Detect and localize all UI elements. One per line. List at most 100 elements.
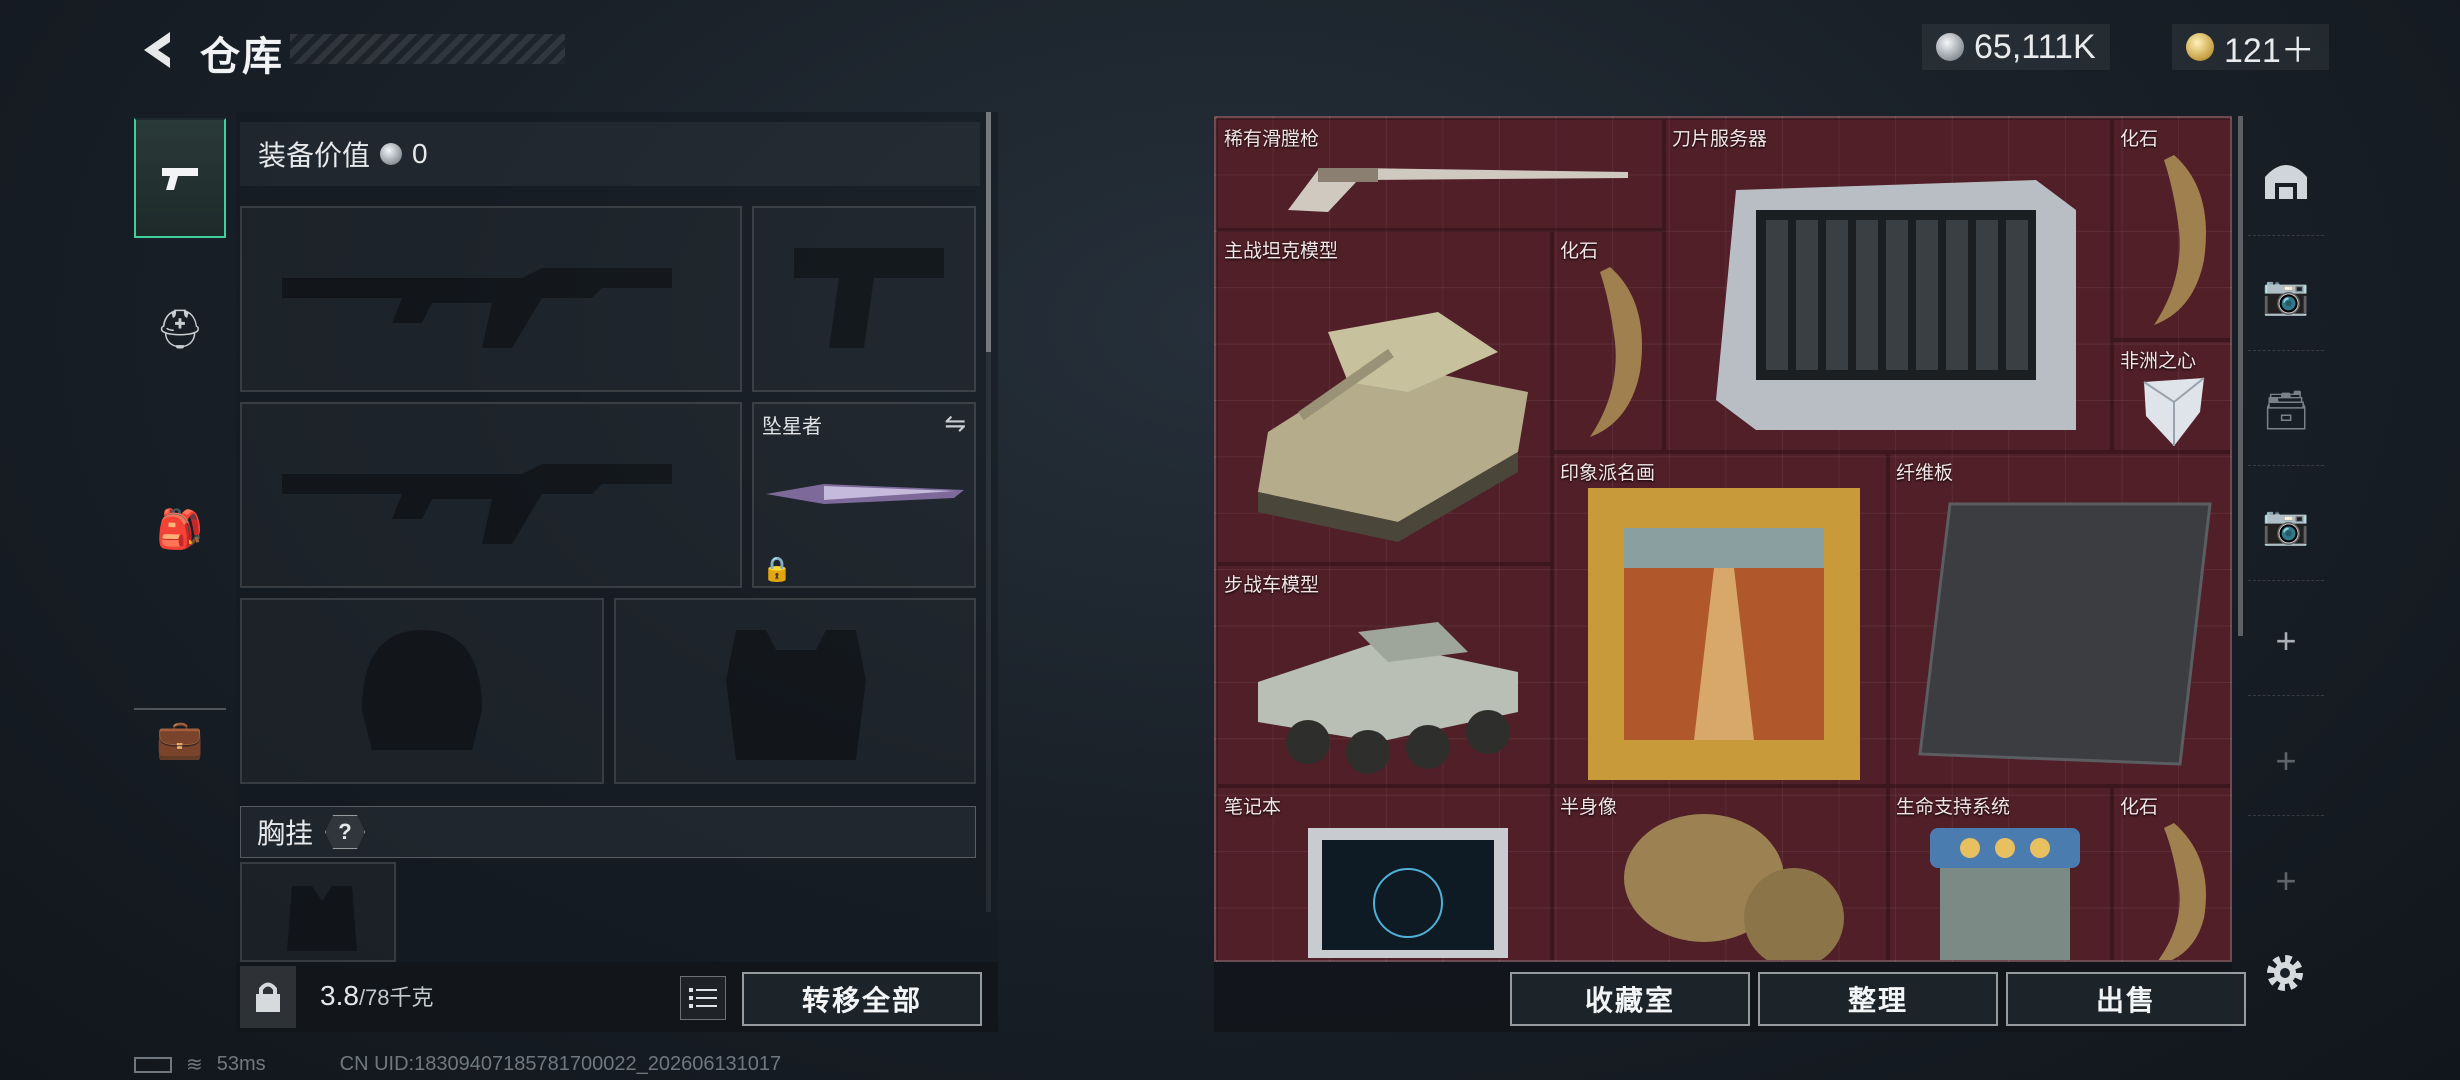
rail-weapons-tab[interactable] <box>134 118 226 238</box>
weight-lock-button[interactable] <box>240 966 296 1028</box>
safe-box-icon: 📷 <box>2262 274 2310 317</box>
list-view-button[interactable] <box>680 976 726 1020</box>
battery-icon <box>134 1056 172 1073</box>
fiberboard-icon <box>1918 502 2212 766</box>
item-label: 步战车模型 <box>1224 575 1320 596</box>
knife-icon <box>766 484 964 504</box>
category-rail: ⛑ 🎒 💼 <box>134 110 226 761</box>
storage-item[interactable]: 刀片服务器 <box>1664 118 2112 452</box>
status-bar: ≋ 53ms CN UID:18309407185781700022_20260… <box>134 1052 781 1077</box>
vest-silhouette-icon <box>726 630 866 760</box>
carry-weight: 3.8/78千克 <box>320 980 434 1012</box>
diamond-icon <box>2143 377 2205 446</box>
sell-button[interactable]: 出售 <box>2006 972 2246 1026</box>
fossil-claw-icon <box>2158 823 2206 960</box>
silver-currency[interactable]: 65,111K <box>1922 24 2110 70</box>
melee-item-label: 坠星者 <box>762 416 822 438</box>
storage-item[interactable]: 化石 <box>1552 230 1664 452</box>
storage-item[interactable]: 印象派名画 <box>1552 452 1888 786</box>
carry-weight-current: 3.8 <box>320 980 359 1011</box>
add-storage-button-locked: + <box>2248 826 2324 936</box>
rail-armor-tab[interactable]: ⛑ <box>134 270 226 390</box>
server-rack-icon <box>1716 180 2076 430</box>
storage-tabs-rail: 📷 🗃 📷 + + + <box>2248 116 2324 1016</box>
pistol-silhouette-icon <box>794 248 944 348</box>
item-label: 笔记本 <box>1224 797 1282 818</box>
helmet-vest-icon: ⛑ <box>155 309 205 351</box>
storage-item[interactable]: 主战坦克模型 <box>1216 230 1552 564</box>
equipment-scroll-thumb[interactable] <box>986 112 991 352</box>
back-button[interactable] <box>130 24 186 76</box>
storage-item[interactable]: 纤维板 <box>1888 452 2230 786</box>
storage-item[interactable]: 稀有滑膛枪 <box>1216 118 1664 230</box>
silver-coin-icon <box>1936 33 1964 61</box>
padlock-icon <box>256 982 280 1012</box>
add-storage-button[interactable]: + <box>2248 586 2324 696</box>
item-label: 印象派名画 <box>1560 463 1656 484</box>
help-button[interactable]: ? <box>325 815 366 849</box>
storage-tab-safe-2[interactable]: 🗃 <box>2248 356 2324 466</box>
backpack-icon: 🎒 <box>156 509 204 551</box>
storage-tab-warehouse[interactable] <box>2248 126 2324 236</box>
swap-icon[interactable]: ⇋ <box>944 408 966 439</box>
equipment-value: 0 <box>412 138 428 169</box>
armor-slot[interactable] <box>614 598 976 784</box>
storage-item[interactable]: 非洲之心 <box>2112 340 2230 452</box>
equipment-value-label: 装备价值 <box>258 140 371 171</box>
plus-icon: + <box>2275 860 2297 901</box>
storage-item[interactable]: 生命支持系统 <box>1888 786 2112 960</box>
secondary-weapon-slot[interactable] <box>240 402 742 588</box>
equipment-value-header: 装备价值 0 <box>240 122 980 186</box>
rail-backpack-tab[interactable]: 🎒 <box>134 470 226 590</box>
chest-rig-header: 胸挂 ? <box>240 806 976 858</box>
back-arrow-icon <box>144 32 170 68</box>
item-label: 纤维板 <box>1896 463 1954 484</box>
melee-slot[interactable]: 坠星者 ⇋ 🔒 <box>752 402 976 588</box>
item-label: 刀片服务器 <box>1672 129 1768 150</box>
sidearm-slot[interactable] <box>752 206 976 392</box>
storage-item[interactable]: 化石 <box>2112 118 2230 340</box>
plus-icon: + <box>2275 619 2297 661</box>
list-icon <box>689 988 717 1008</box>
helmet-silhouette-icon <box>362 630 482 750</box>
sort-button[interactable]: 整理 <box>1758 972 1998 1026</box>
storage-tab-safe-1[interactable]: 📷 <box>2248 241 2324 351</box>
locked-safe-icon: 📷 <box>2262 504 2310 547</box>
storage-scrollbar[interactable] <box>2238 116 2243 636</box>
chest-rig-slot[interactable] <box>240 862 396 962</box>
lock-icon: 🔒 <box>762 556 792 583</box>
laptop-icon <box>1308 828 1508 958</box>
pistol-icon <box>162 168 198 190</box>
page-title: 仓库 <box>200 35 284 79</box>
transfer-all-button[interactable]: 转移全部 <box>742 972 982 1026</box>
life-support-system-icon <box>1930 828 2080 960</box>
item-label: 化石 <box>1560 241 1599 262</box>
rail-case-tab[interactable]: 💼 <box>134 680 226 800</box>
bust-statue-icon <box>1624 814 1844 960</box>
ifv-model-icon <box>1258 622 1518 774</box>
settings-button[interactable] <box>2262 950 2308 1001</box>
item-label: 主战坦克模型 <box>1224 241 1339 262</box>
collection-room-button[interactable]: 收藏室 <box>1510 972 1750 1026</box>
storage-tab-safe-3[interactable]: 📷 <box>2248 471 2324 581</box>
item-label: 稀有滑膛枪 <box>1224 129 1320 150</box>
item-label: 非洲之心 <box>2120 351 2197 372</box>
silver-coin-icon <box>380 143 403 165</box>
chest-rig-label: 胸挂 <box>257 818 314 849</box>
title-decoration <box>290 34 565 64</box>
storage-item[interactable]: 化石 <box>2112 786 2230 960</box>
helmet-slot[interactable] <box>240 598 604 784</box>
storage-item[interactable]: 半身像 <box>1552 786 1888 960</box>
item-label: 生命支持系统 <box>1896 797 2011 818</box>
fossil-claw-icon <box>2154 155 2206 325</box>
gold-currency[interactable]: 121＋ <box>2172 24 2329 70</box>
briefcase-icon: 💼 <box>156 719 204 761</box>
storage-item[interactable]: 步战车模型 <box>1216 564 1552 786</box>
item-label: 化石 <box>2120 797 2159 818</box>
musket-icon <box>1288 168 1628 212</box>
ping-value: 53ms <box>216 1053 266 1075</box>
primary-weapon-slot[interactable] <box>240 206 742 392</box>
storage-item[interactable]: 笔记本 <box>1216 786 1552 960</box>
gold-amount: 121＋ <box>2224 31 2315 70</box>
item-label: 化石 <box>2120 129 2159 150</box>
